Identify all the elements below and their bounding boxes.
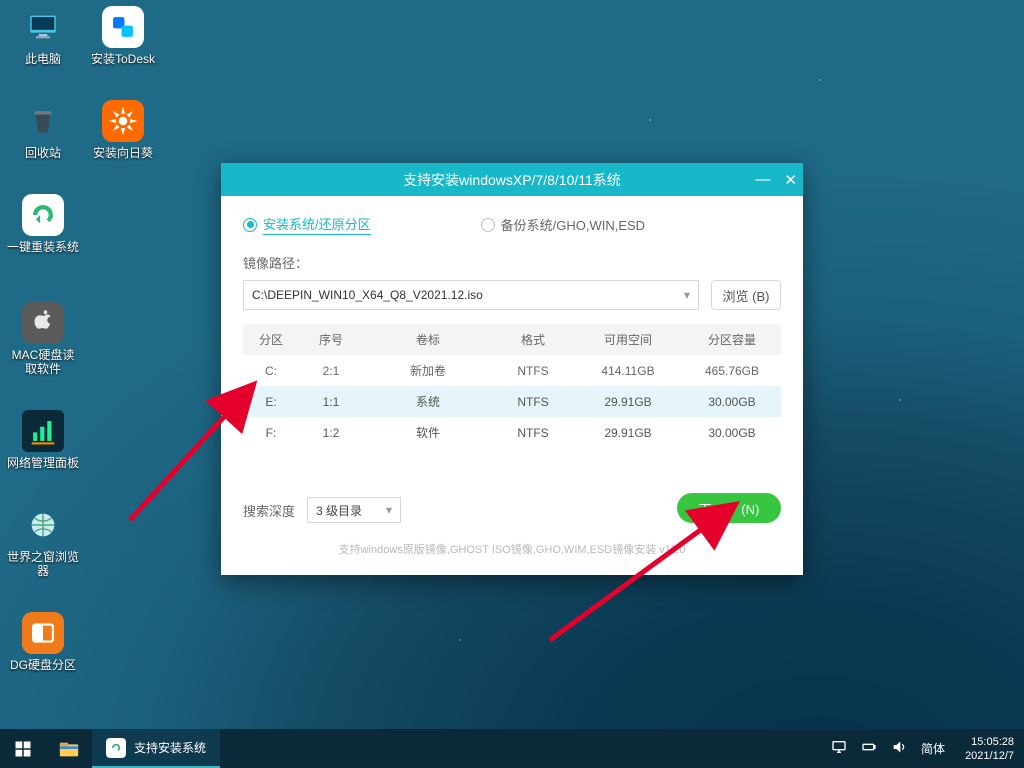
- search-depth-label: 搜索深度: [243, 501, 295, 520]
- clock-date: 2021/12/7: [965, 749, 1014, 763]
- image-path-label: 镜像路径：: [243, 253, 781, 272]
- tab-install-label: 安装系统/还原分区: [263, 214, 371, 235]
- col-partition: 分区: [243, 324, 299, 355]
- desktop-icon-todesk[interactable]: 安装ToDesk: [86, 6, 160, 66]
- desktop-icon-label: 回收站: [6, 146, 80, 160]
- tray-battery-icon[interactable]: [861, 739, 877, 758]
- titlebar[interactable]: 支持安装windowsXP/7/8/10/11系统 — ✕: [221, 163, 803, 196]
- desktop-icon-label: 此电脑: [6, 52, 80, 66]
- col-free: 可用空间: [573, 324, 683, 355]
- tab-backup-label: 备份系统/GHO,WIN,ESD: [501, 215, 645, 234]
- col-volume: 卷标: [363, 324, 493, 355]
- col-format: 格式: [493, 324, 573, 355]
- desktop-icon-dg[interactable]: DG硬盘分区: [6, 612, 80, 672]
- desktop-icon-sunflower[interactable]: 安装向日葵: [86, 100, 160, 160]
- tray-network-icon[interactable]: [831, 739, 847, 758]
- chevron-down-icon: ▾: [386, 503, 392, 517]
- next-button[interactable]: 下一步 (N): [677, 493, 781, 523]
- support-text: 支持windows原版镜像,GHOST ISO镜像,GHO,WIM,ESD镜像安…: [243, 541, 781, 557]
- desktop-icon-browser[interactable]: 世界之窗浏览器: [6, 504, 80, 578]
- window-title: 支持安装windowsXP/7/8/10/11系统: [403, 170, 621, 190]
- image-path-input[interactable]: C:\DEEPIN_WIN10_X64_Q8_V2021.12.iso ▾: [243, 280, 699, 310]
- desktop-icon-net-panel[interactable]: 网络管理面板: [6, 410, 80, 470]
- tray-clock[interactable]: 15:05:28 2021/12/7: [959, 735, 1014, 763]
- col-capacity: 分区容量: [683, 324, 781, 355]
- desktop-icon-label: 安装向日葵: [86, 146, 160, 160]
- desktop-icon-mac-disk[interactable]: MAC硬盘读取软件: [6, 302, 80, 376]
- search-depth-value: 3 级目录: [316, 502, 362, 519]
- taskbar: 支持安装系统 简体 15:05:28 2021/12/7: [0, 729, 1024, 768]
- desktop-icon-label: 一键重装系统: [6, 240, 80, 254]
- dropdown-icon: ▾: [684, 288, 690, 302]
- task-icon: [106, 738, 126, 758]
- installer-window: 支持安装windowsXP/7/8/10/11系统 — ✕ 安装系统/还原分区 …: [221, 163, 803, 575]
- desktop-icon-label: MAC硬盘读取软件: [6, 348, 80, 376]
- radio-dot-icon: [243, 218, 257, 232]
- radio-dot-icon: [481, 218, 495, 232]
- start-button[interactable]: [0, 729, 46, 768]
- desktop-icon-reinstall[interactable]: 一键重装系统: [6, 194, 80, 254]
- col-index: 序号: [299, 324, 363, 355]
- tray-ime[interactable]: 简体: [921, 740, 945, 757]
- taskbar-task-installer[interactable]: 支持安装系统: [92, 729, 220, 768]
- desktop-icon-label: DG硬盘分区: [6, 658, 80, 672]
- browse-button[interactable]: 浏览 (B): [711, 280, 781, 310]
- desktop-icon-this-pc[interactable]: 此电脑: [6, 6, 80, 66]
- minimize-button[interactable]: —: [755, 171, 770, 188]
- clock-time: 15:05:28: [965, 735, 1014, 749]
- desktop-icon-label: 世界之窗浏览器: [6, 550, 80, 578]
- search-depth-select[interactable]: 3 级目录 ▾: [307, 497, 401, 523]
- image-path-value: C:\DEEPIN_WIN10_X64_Q8_V2021.12.iso: [252, 288, 483, 302]
- partition-table: 分区 序号 卷标 格式 可用空间 分区容量 C:2:1新加卷NTFS414.11…: [243, 324, 781, 448]
- task-label: 支持安装系统: [134, 739, 206, 756]
- tab-install-restore[interactable]: 安装系统/还原分区: [243, 214, 371, 235]
- tray-volume-icon[interactable]: [891, 739, 907, 758]
- tab-backup[interactable]: 备份系统/GHO,WIN,ESD: [481, 215, 645, 234]
- desktop-icon-label: 安装ToDesk: [86, 52, 160, 66]
- table-row[interactable]: E:1:1系统NTFS29.91GB30.00GB: [243, 386, 781, 417]
- close-button[interactable]: ✕: [784, 171, 797, 189]
- taskbar-explorer[interactable]: [46, 729, 92, 768]
- desktop-icon-recycle-bin[interactable]: 回收站: [6, 100, 80, 160]
- desktop-icon-label: 网络管理面板: [6, 456, 80, 470]
- table-row[interactable]: F:1:2软件NTFS29.91GB30.00GB: [243, 417, 781, 448]
- table-row[interactable]: C:2:1新加卷NTFS414.11GB465.76GB: [243, 355, 781, 386]
